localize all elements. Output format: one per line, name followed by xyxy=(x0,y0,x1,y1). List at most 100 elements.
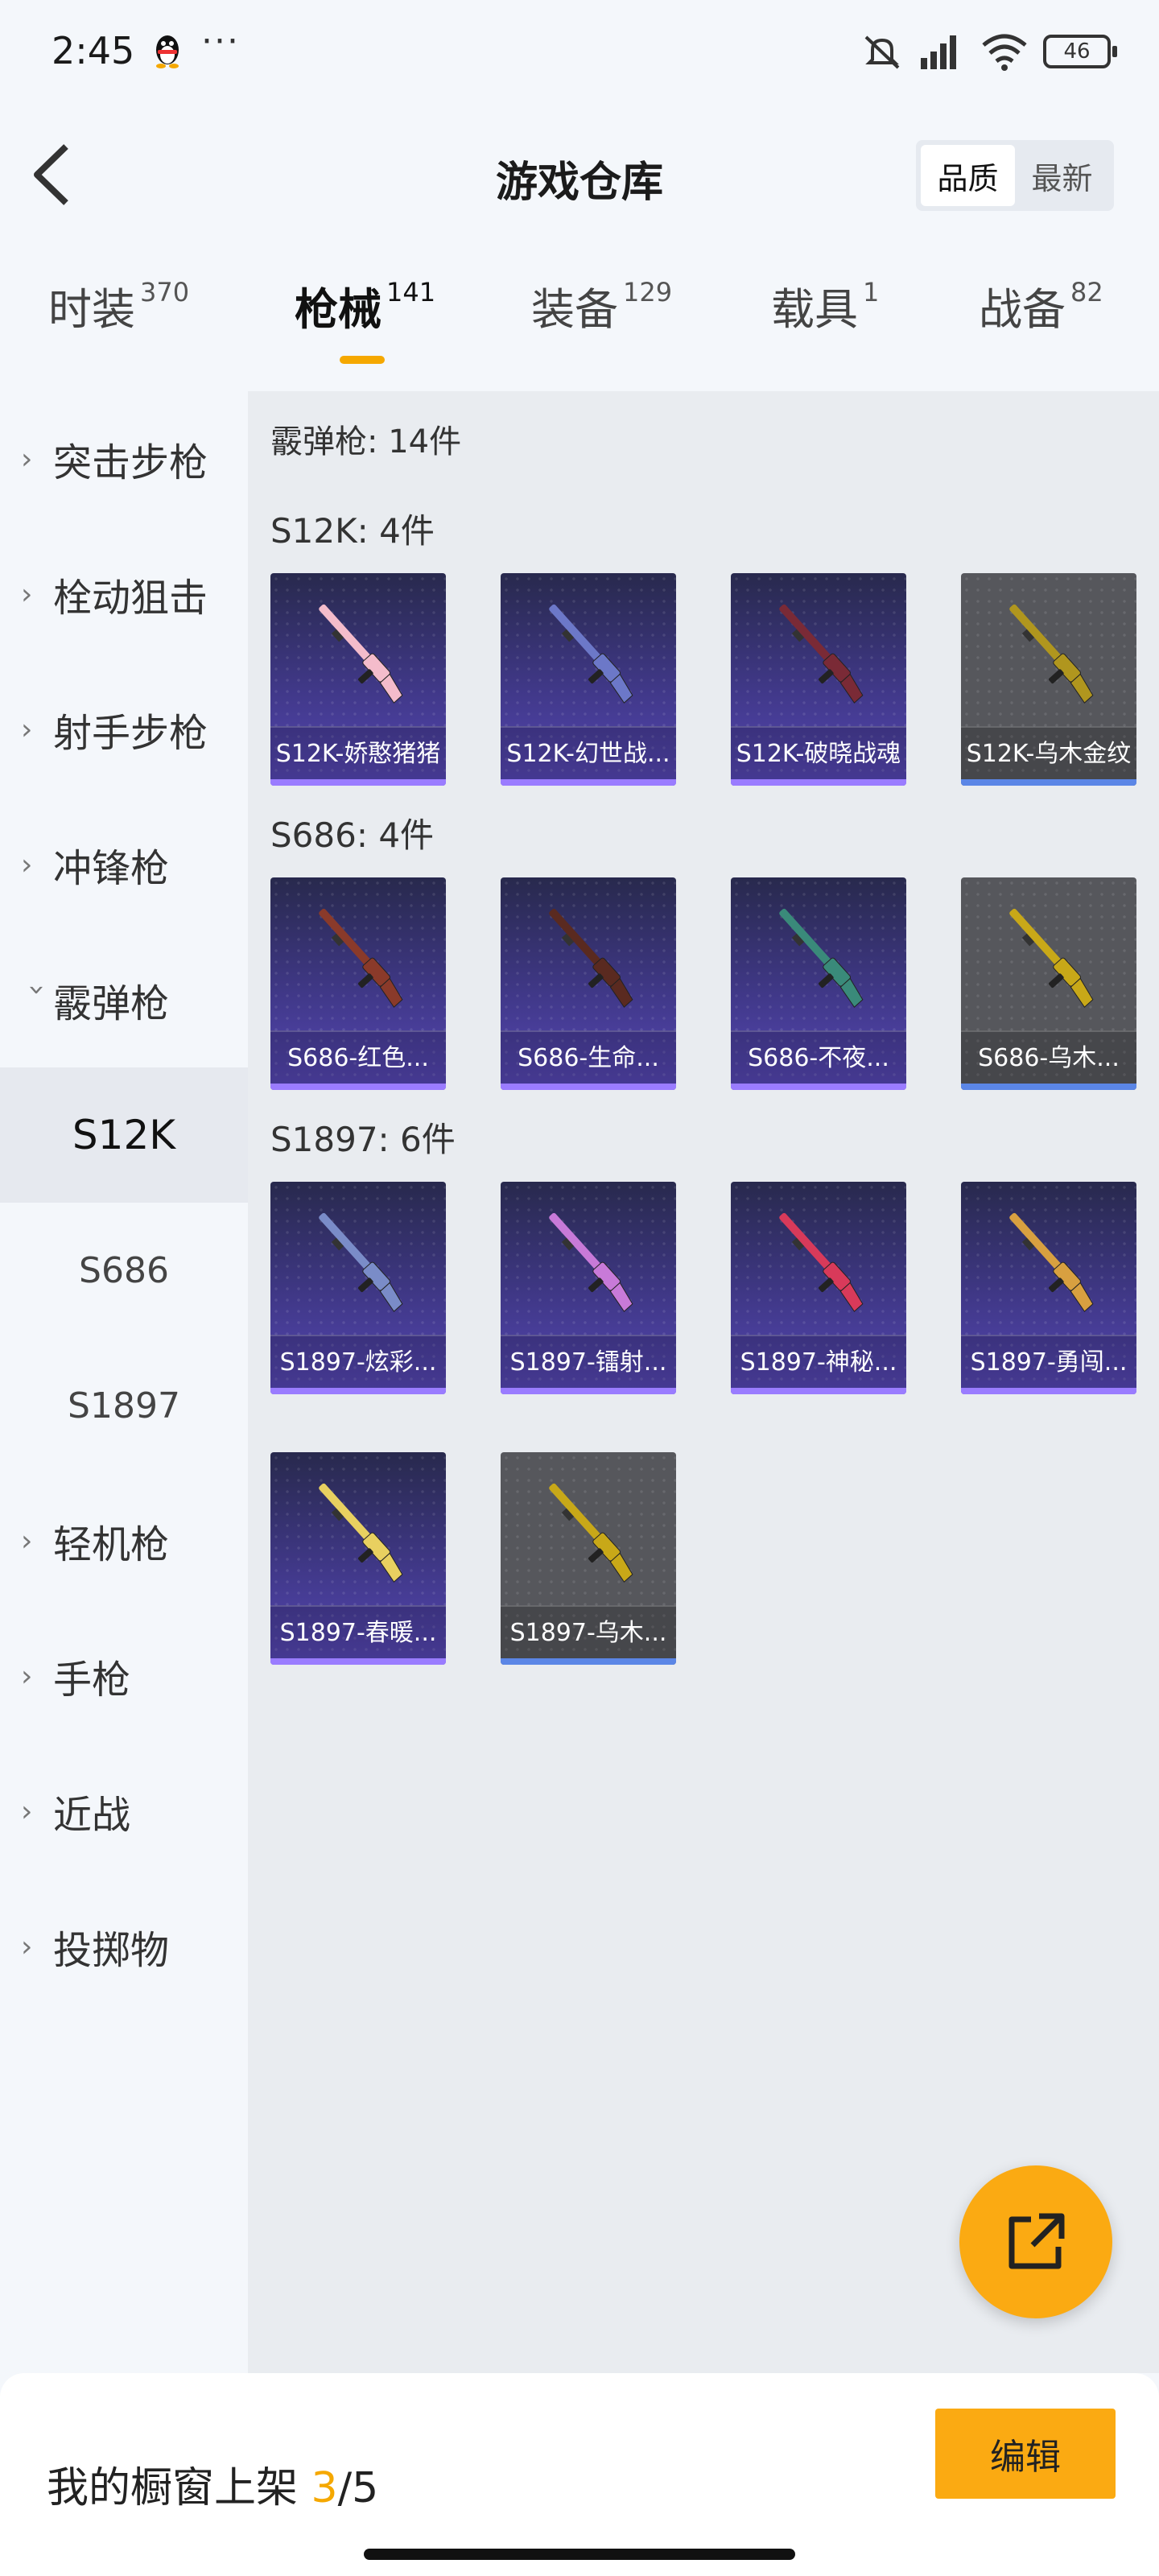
skin-tile[interactable]: S12K-幻世战... xyxy=(501,573,676,786)
chevron-right-icon: › xyxy=(21,577,33,611)
showcase-status: 我的橱窗上架 3/5 xyxy=(47,2454,378,2514)
mute-bell-icon xyxy=(864,35,900,69)
tab-label: 载具 xyxy=(771,284,858,335)
sidebar-item-label: 手枪 xyxy=(53,1657,131,1703)
skin-tile[interactable]: S12K-乌木金纹 xyxy=(961,573,1136,786)
skin-tile[interactable]: S1897-春暖... xyxy=(270,1452,446,1665)
skin-tile[interactable]: S1897-镭射... xyxy=(501,1182,676,1394)
quality-bar xyxy=(961,779,1136,786)
bottom-bar: 我的橱窗上架 3/5 编辑 xyxy=(0,2373,1159,2576)
skin-grid-panel: 霰弹枪: 14件 S12K: 4件 S12K-娇憨猪猪 S12K-幻世战... S12… xyxy=(248,391,1159,2373)
wifi-icon xyxy=(982,34,1027,71)
home-indicator[interactable] xyxy=(364,2549,795,2560)
skin-tile[interactable]: S686-生命... xyxy=(501,877,676,1090)
sidebar-item-pistol[interactable]: › 手枪 xyxy=(0,1608,248,1744)
quality-bar xyxy=(961,1084,1136,1090)
sidebar-item-label: 投掷物 xyxy=(53,1928,170,1973)
tab-fashion[interactable]: 时装 370 xyxy=(48,274,189,370)
skin-name: S686-红色... xyxy=(270,1030,446,1084)
group-label: S686: 4件 xyxy=(270,815,435,855)
share-button[interactable] xyxy=(959,2165,1112,2318)
status-time: 2:45 xyxy=(52,29,135,72)
gun-icon xyxy=(319,908,403,1008)
sidebar-item-melee[interactable]: › 近战 xyxy=(0,1744,248,1879)
gun-icon xyxy=(779,604,864,704)
gun-icon xyxy=(319,604,403,704)
sort-newest-button[interactable]: 最新 xyxy=(1015,145,1109,206)
tab-count: 141 xyxy=(386,277,436,308)
tab-count: 82 xyxy=(1070,277,1103,308)
skin-tile[interactable]: S686-乌木... xyxy=(961,877,1136,1090)
chevron-right-icon: › xyxy=(21,1794,33,1828)
quality-bar xyxy=(961,1388,1136,1394)
group-label: S1897: 6件 xyxy=(270,1120,456,1159)
skin-tile[interactable]: S686-红色... xyxy=(270,877,446,1090)
sidebar-item-marksman-rifle[interactable]: › 射手步枪 xyxy=(0,662,248,797)
skin-tile[interactable]: S12K-破晓战魂 xyxy=(731,573,906,786)
showcase-max: /5 xyxy=(337,2464,379,2512)
sidebar-sub-s1897[interactable]: S1897 xyxy=(0,1338,248,1473)
quality-bar xyxy=(270,779,446,786)
active-tab-indicator xyxy=(340,356,385,364)
skin-name: S1897-镭射... xyxy=(501,1335,676,1388)
skin-tile[interactable]: S12K-娇憨猪猪 xyxy=(270,573,446,786)
status-bar: 2:45 ··· 46 xyxy=(0,0,1159,105)
quality-bar xyxy=(501,1658,676,1665)
tab-vehicles[interactable]: 载具 1 xyxy=(771,274,879,370)
skin-name: S1897-炫彩... xyxy=(270,1335,446,1388)
header: 游戏仓库 品质 最新 xyxy=(0,121,1159,233)
sidebar-item-shotgun[interactable]: › 霰弹枪 xyxy=(0,932,248,1067)
battery-icon: 46 xyxy=(1043,35,1117,68)
gun-icon xyxy=(319,1483,403,1583)
sort-quality-button[interactable]: 品质 xyxy=(921,145,1015,206)
sort-toggle[interactable]: 品质 最新 xyxy=(916,140,1114,211)
external-link-icon xyxy=(1008,2213,1065,2269)
quality-bar xyxy=(731,779,906,786)
tab-label: 战备 xyxy=(979,284,1066,335)
quality-bar xyxy=(731,1388,906,1394)
gun-icon xyxy=(549,908,633,1008)
gun-icon xyxy=(319,1212,403,1312)
tab-count: 1 xyxy=(863,277,880,308)
sidebar-item-bolt-sniper[interactable]: › 栓动狙击 xyxy=(0,526,248,662)
gun-icon xyxy=(1009,604,1094,704)
sidebar-sub-s686[interactable]: S686 xyxy=(0,1203,248,1338)
skin-tile[interactable]: S1897-炫彩... xyxy=(270,1182,446,1394)
group-label: S12K: 4件 xyxy=(270,511,435,551)
gun-icon xyxy=(779,1212,864,1312)
tab-count: 129 xyxy=(623,277,673,308)
skin-name: S12K-乌木金纹 xyxy=(961,726,1136,779)
sidebar-item-assault-rifle[interactable]: › 突击步枪 xyxy=(0,391,248,526)
sidebar-sub-s12k[interactable]: S12K xyxy=(0,1067,248,1203)
shotgun-total-label: 霰弹枪: 14件 xyxy=(270,423,462,460)
tab-label: 枪械 xyxy=(295,284,382,335)
skin-tile[interactable]: S686-不夜... xyxy=(731,877,906,1090)
edit-button[interactable]: 编辑 xyxy=(935,2409,1116,2499)
skin-tile[interactable]: S1897-勇闯... xyxy=(961,1182,1136,1394)
tab-equipment[interactable]: 装备 129 xyxy=(531,274,672,370)
sidebar-item-label: 霰弹枪 xyxy=(53,981,170,1026)
category-tabs: 时装 370 枪械 141 装备 129 载具 1 战备 82 xyxy=(0,274,1159,386)
qq-penguin-icon xyxy=(156,35,179,68)
skin-tile[interactable]: S1897-神秘... xyxy=(731,1182,906,1394)
sidebar-item-label: 轻机枪 xyxy=(53,1522,170,1567)
tab-count: 370 xyxy=(140,277,190,308)
skin-tile[interactable]: S1897-乌木... xyxy=(501,1452,676,1665)
chevron-down-icon: › xyxy=(20,984,54,996)
skin-name: S1897-神秘... xyxy=(731,1335,906,1388)
tab-tactical-gear[interactable]: 战备 82 xyxy=(979,274,1103,370)
more-dots: ··· xyxy=(201,21,240,62)
skin-name: S12K-幻世战... xyxy=(501,726,676,779)
tab-label: 装备 xyxy=(531,284,618,335)
skin-name: S12K-娇憨猪猪 xyxy=(270,726,446,779)
chevron-right-icon: › xyxy=(21,1524,33,1558)
sidebar-item-smg[interactable]: › 冲锋枪 xyxy=(0,797,248,932)
gun-icon xyxy=(549,1212,633,1312)
chevron-right-icon: › xyxy=(21,1659,33,1693)
gun-icon xyxy=(779,908,864,1008)
skin-name: S1897-勇闯... xyxy=(961,1335,1136,1388)
gun-icon xyxy=(1009,1212,1094,1312)
quality-bar xyxy=(270,1658,446,1665)
sidebar-item-throwables[interactable]: › 投掷物 xyxy=(0,1879,248,2014)
sidebar-item-lmg[interactable]: › 轻机枪 xyxy=(0,1473,248,1608)
